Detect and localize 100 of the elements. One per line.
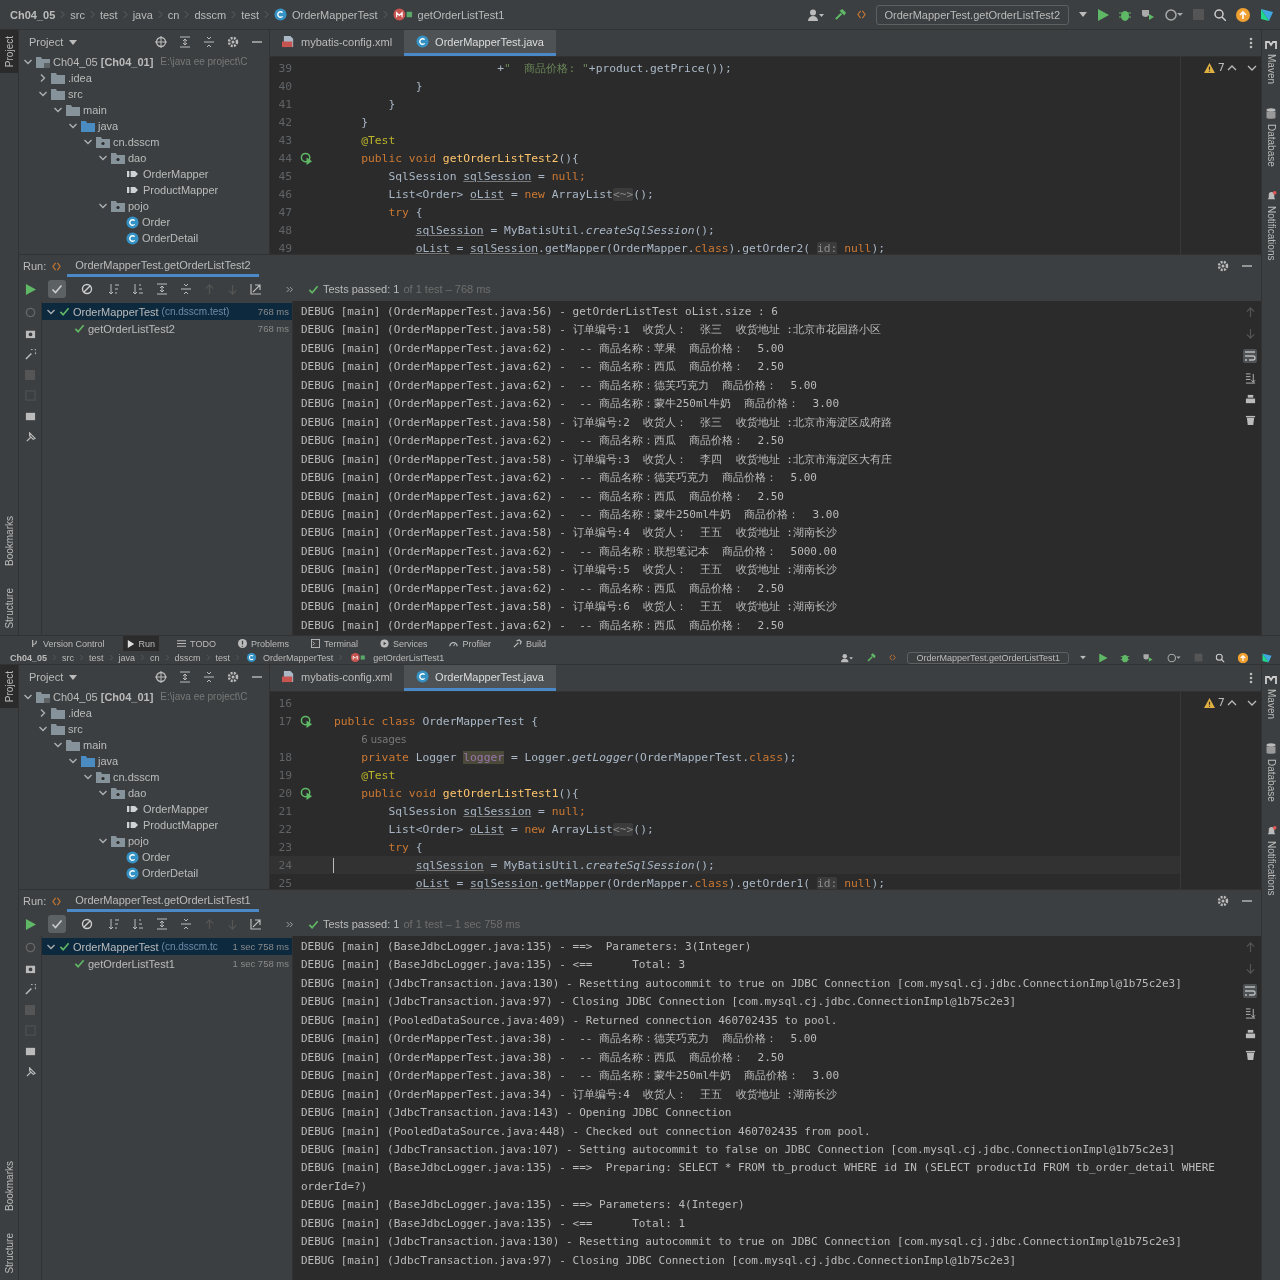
warning-indicator[interactable]: 7 <box>1203 61 1225 74</box>
chevron-icon[interactable] <box>83 137 93 147</box>
tree-item[interactable]: cn.dsscm <box>113 134 160 150</box>
wrench-icon[interactable] <box>24 984 36 995</box>
print-icon[interactable] <box>1244 1029 1256 1040</box>
run-test-icon[interactable] <box>300 714 313 728</box>
tool-window-tab[interactable]: Build <box>508 636 550 651</box>
tree-item[interactable]: java <box>98 118 119 134</box>
chevron-icon[interactable] <box>98 836 108 846</box>
editor-tab[interactable]: mybatis-config.xml <box>270 665 405 691</box>
breadcrumb-item[interactable]: dsscm <box>174 652 201 663</box>
caret-icon[interactable] <box>69 674 78 680</box>
run-tab[interactable]: OrderMapperTest.getOrderListTest1 <box>67 890 259 912</box>
sort-icon[interactable] <box>132 283 144 295</box>
tool-window-tab[interactable]: Services <box>375 636 432 651</box>
layout-icon[interactable] <box>24 411 36 422</box>
more-icon[interactable] <box>1249 672 1253 684</box>
tool-window-button[interactable]: Structure <box>0 1227 18 1280</box>
test-row[interactable]: getOrderListTest2 768 ms <box>57 320 292 337</box>
sort-icon[interactable] <box>108 283 120 295</box>
tool-window-button[interactable]: Bookmarks <box>0 1155 18 1218</box>
test-row[interactable]: OrderMapperTest (cn.dsscm.test) 768 ms <box>42 303 292 320</box>
chevron-icon[interactable] <box>38 724 48 734</box>
breadcrumb-item[interactable]: cn <box>167 8 180 21</box>
camera-icon[interactable] <box>24 963 36 974</box>
caret-icon[interactable] <box>69 39 78 45</box>
tree-item[interactable]: .idea <box>68 70 92 86</box>
crosshair-icon[interactable] <box>155 671 167 683</box>
chevron-icon[interactable] <box>83 772 93 782</box>
tree-item[interactable]: main <box>83 737 107 753</box>
settings-icon[interactable] <box>1217 260 1229 272</box>
breadcrumb-item[interactable]: Ch04_05 <box>10 652 48 663</box>
breadcrumb-item[interactable]: test <box>99 8 118 21</box>
shield-play-icon[interactable] <box>1141 8 1155 21</box>
soft-wrap-icon[interactable] <box>1243 349 1257 363</box>
breadcrumb-item[interactable]: test <box>241 8 259 21</box>
export-icon[interactable] <box>250 283 262 295</box>
camera-icon[interactable] <box>24 328 36 339</box>
tree-item[interactable]: OrderMapper <box>143 801 209 817</box>
chevron-icon[interactable] <box>38 73 48 83</box>
chevron-icon[interactable] <box>23 57 33 67</box>
tool-window-button[interactable]: Bookmarks <box>0 510 18 573</box>
breadcrumb-item[interactable]: cn <box>150 652 160 663</box>
up-down-arrows-icon[interactable] <box>1227 699 1257 707</box>
scroll-to-end-icon[interactable] <box>1244 1008 1256 1019</box>
expand-all-icon[interactable] <box>179 36 191 48</box>
warning-indicator[interactable]: 7 <box>1203 696 1225 709</box>
shield-play-icon[interactable] <box>1142 653 1154 662</box>
tree-item[interactable]: pojo <box>128 833 149 849</box>
sort-icon[interactable] <box>132 918 144 930</box>
tool-window-tab[interactable]: Run <box>122 636 160 651</box>
tool-window-button[interactable]: Maven <box>1262 669 1280 725</box>
tree-item[interactable]: Ch04_05 [Ch04_01] <box>53 54 154 70</box>
tool-window-tab[interactable]: Problems <box>233 636 293 651</box>
breadcrumb-item[interactable]: src <box>70 8 85 21</box>
test-row[interactable]: getOrderListTest1 1 sec 758 ms <box>57 955 292 972</box>
tool-window-tab[interactable]: Profiler <box>445 636 495 651</box>
tree-item[interactable]: Order <box>142 214 171 230</box>
collapse-all-icon[interactable] <box>203 36 215 48</box>
update-icon[interactable] <box>1237 652 1249 663</box>
app-logo-icon[interactable] <box>1261 652 1273 663</box>
run-icon[interactable] <box>1097 8 1109 21</box>
tree-item[interactable]: main <box>83 102 107 118</box>
tool-window-button[interactable]: Database <box>1262 737 1280 808</box>
chevron-icon[interactable] <box>98 153 108 163</box>
sort-icon[interactable] <box>108 918 120 930</box>
tool-window-button[interactable]: Project <box>0 665 18 709</box>
tree-item[interactable]: java <box>98 753 119 769</box>
bug-icon[interactable] <box>1120 653 1130 662</box>
search-icon[interactable] <box>1214 8 1226 21</box>
editor-tab[interactable]: mybatis-config.xml <box>270 30 405 56</box>
tree-item[interactable]: Ch04_05 [Ch04_01] <box>53 689 154 705</box>
chevron-icon[interactable] <box>98 201 108 211</box>
update-icon[interactable] <box>1236 7 1250 22</box>
tool-window-tab[interactable]: Version Control <box>26 636 109 651</box>
caret-icon[interactable] <box>1080 655 1086 660</box>
chevron-icon[interactable] <box>38 708 48 718</box>
tree-item[interactable]: dao <box>128 150 147 166</box>
tree-item[interactable]: .idea <box>68 705 92 721</box>
more-icon[interactable] <box>286 285 294 293</box>
soft-wrap-icon[interactable] <box>1243 984 1257 998</box>
run-tab[interactable]: OrderMapperTest.getOrderListTest2 <box>67 255 259 277</box>
breadcrumb-item[interactable]: dsscm <box>194 8 227 21</box>
tree-item[interactable]: pojo <box>128 198 149 214</box>
tool-window-button[interactable]: Structure <box>0 582 18 635</box>
chevron-icon[interactable] <box>98 788 108 798</box>
export-icon[interactable] <box>250 918 262 930</box>
panel-title[interactable]: Project <box>29 36 64 48</box>
user-icon[interactable] <box>807 8 824 21</box>
chevron-icon[interactable] <box>68 756 78 766</box>
breadcrumb-item[interactable]: java <box>132 8 153 21</box>
run-icon[interactable] <box>25 918 36 930</box>
panel-title[interactable]: Project <box>29 671 64 683</box>
pin-icon[interactable] <box>24 432 36 443</box>
tool-window-tab[interactable]: TODO <box>173 636 220 651</box>
settings-icon[interactable] <box>1217 895 1229 907</box>
trash-icon[interactable] <box>1244 415 1256 426</box>
breadcrumb-item[interactable]: getOrderListTest1 <box>373 652 445 663</box>
breadcrumb-item[interactable]: test <box>89 652 104 663</box>
collapse-all-icon[interactable] <box>180 918 192 930</box>
